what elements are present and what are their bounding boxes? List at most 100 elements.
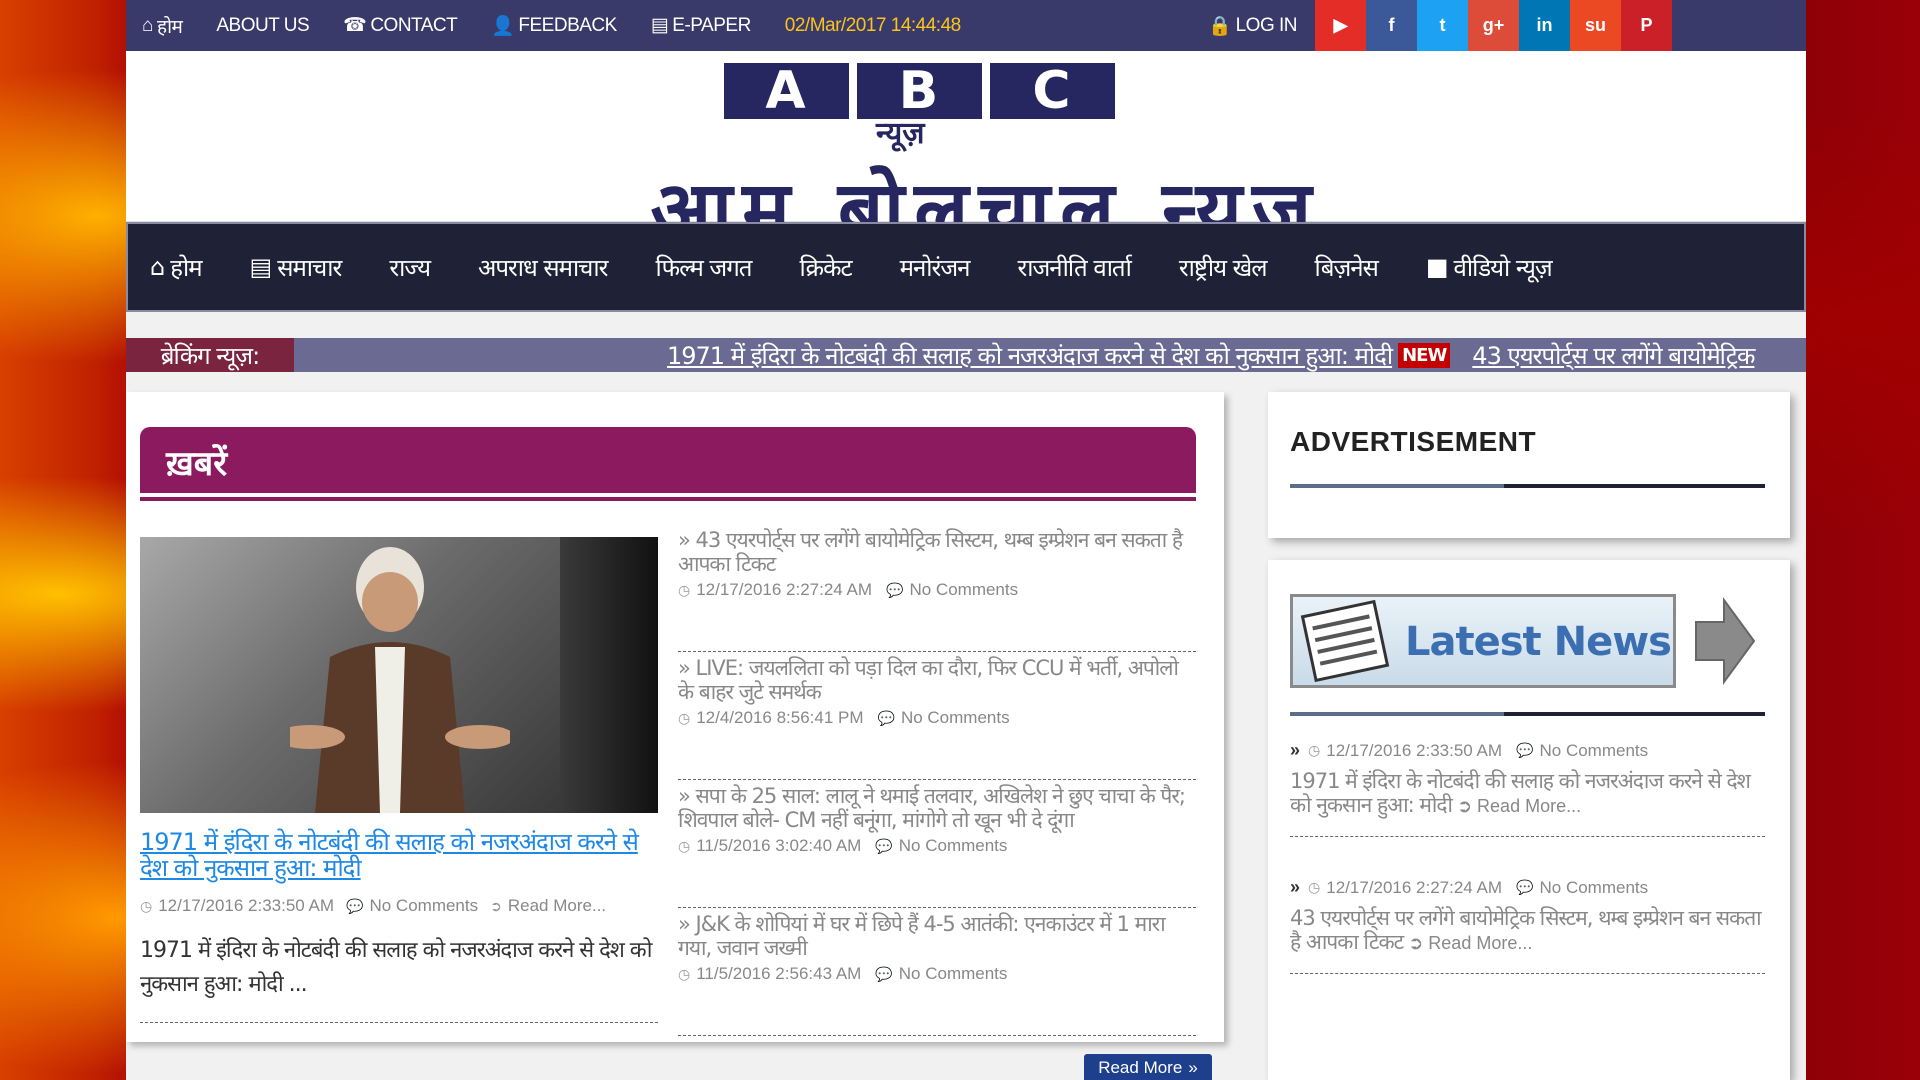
list-item: » ◷ 12/17/2016 2:27:24 AM 💬 No Comments 43 ए… — [1290, 877, 1765, 974]
nav-film[interactable]: फिल्म जगत — [655, 251, 752, 284]
youtube-icon[interactable]: ▶ — [1315, 0, 1366, 51]
list-item-title[interactable]: » J&K के शोपियां में घर में छिपे हैं 4-5… — [678, 912, 1196, 960]
contact-link[interactable]: ☎ CONTACT — [343, 14, 458, 37]
hero-summary: 1971 में इंदिरा के नोटबंदी की सलाह को नज… — [140, 938, 652, 997]
nav-business[interactable]: बिज़नेस — [1315, 251, 1379, 284]
read-more-link[interactable]: ➲ Read More... — [1452, 796, 1581, 816]
nav-apradh[interactable]: अपराध समाचार — [478, 251, 608, 284]
login-link[interactable]: 🔒 LOG IN — [1208, 14, 1297, 38]
list-item-meta: ◷ 11/5/2016 3:02:40 AM 💬 No Comments — [678, 836, 1008, 855]
clock-icon: ◷ — [140, 897, 153, 914]
list-item-title[interactable]: » 43 एयरपोर्ट्स पर लगेंगे बायोमेट्रिक सि… — [678, 528, 1196, 576]
top-home-link[interactable]: ⌂ होम — [142, 13, 183, 39]
hero-image[interactable] — [140, 537, 658, 813]
user-icon: 👤 — [491, 15, 515, 37]
breaking-news-label: ब्रेकिंग न्यूज़: — [126, 338, 294, 372]
breaking-news-bar: ब्रेकिंग न्यूज़: 1971 में इंदिरा के नोटब… — [126, 338, 1806, 372]
breaking-news-ticker: 1971 में इंदिरा के नोटबंदी की सलाह को नज… — [667, 338, 1755, 372]
top-bar: ⌂ होम ABOUT US ☎ CONTACT 👤 FEEDBACK ▤ E-PAPE… — [126, 0, 1806, 51]
comments-icon: 💬 — [877, 709, 895, 726]
nav-video[interactable]: ■ वीडियो न्यूज़ — [1425, 251, 1553, 284]
clock-icon: ◷ — [1308, 879, 1321, 895]
read-more-button[interactable]: Read More » — [1084, 1054, 1212, 1080]
double-chevron-right-icon: » — [1188, 1058, 1198, 1077]
newspaper-icon: ▤ — [650, 15, 669, 36]
list-item-meta: ◷ 12/17/2016 2:27:24 AM 💬 No Comments — [678, 580, 1019, 599]
twitter-icon[interactable]: t — [1417, 0, 1468, 51]
list-item-meta: ◷ 12/4/2016 8:56:41 PM 💬 No Comments — [678, 708, 1010, 727]
comments-icon: 💬 — [1516, 879, 1534, 895]
comments-icon: 💬 — [875, 837, 893, 854]
pinterest-icon[interactable]: P — [1621, 0, 1672, 51]
list-item-meta: » ◷ 12/17/2016 2:33:50 AM 💬 No Comments — [1290, 740, 1649, 760]
phone-icon: ☎ — [343, 15, 367, 36]
masthead-logo[interactable]: A B C न्यूज़ आम बोलचाल न्यूज़ — [126, 51, 1806, 251]
new-badge: NEW — [1398, 342, 1451, 368]
nav-rajneeti[interactable]: राजनीति वार्ता — [1017, 251, 1131, 284]
divider — [140, 1022, 658, 1023]
list-item-title[interactable]: » सपा के 25 साल: लालू ने थमाई तलवार, अखि… — [678, 784, 1196, 832]
facebook-icon[interactable]: f — [1366, 0, 1417, 51]
list-item: » सपा के 25 साल: लालू ने थमाई तलवार, अखि… — [678, 780, 1196, 908]
latest-news-box: Latest News » ◷ 12/17/2016 2:33:50 AM 💬 No C… — [1268, 560, 1790, 1080]
list-item-title[interactable]: 43 एयरपोर्ट्स पर लगेंगे बायोमेट्रिक सिस्… — [1290, 906, 1765, 955]
clock-icon: ◷ — [1308, 742, 1321, 758]
feedback-link[interactable]: 👤 FEEDBACK — [491, 14, 617, 38]
newspaper-icon: ▤ — [249, 253, 273, 281]
news-list: » 43 एयरपोर्ट्स पर लगेंगे बायोमेट्रिक सि… — [678, 524, 1196, 1036]
breaking-news-item[interactable]: 43 एयरपोर्ट्स पर लगेंगे बायोमेट्रिक — [1472, 339, 1755, 372]
list-item-title[interactable]: » LIVE: जयललिता को पड़ा दिल का दौरा, फिर… — [678, 656, 1196, 704]
double-chevron-icon: » — [1290, 877, 1301, 897]
read-more-link[interactable]: ➲ Read More... — [1403, 933, 1532, 953]
comments-icon: 💬 — [886, 581, 904, 598]
latest-news-list: » ◷ 12/17/2016 2:33:50 AM 💬 No Comments 1971… — [1290, 740, 1765, 1014]
hero-headline[interactable]: 1971 में इंदिरा के नोटबंदी की सलाह को नज… — [140, 829, 658, 881]
epaper-link[interactable]: ▤ E-PAPER — [651, 14, 751, 37]
page: ⌂ होम ABOUT US ☎ CONTACT 👤 FEEDBACK ▤ E-PAPE… — [126, 0, 1806, 1080]
newspaper-icon — [1300, 599, 1390, 683]
section-title: ख़बरें — [166, 444, 228, 484]
clock-icon: ◷ — [678, 581, 691, 598]
comments-icon: 💬 — [875, 965, 893, 982]
social-links: ▶ f t g+ in su P — [1315, 0, 1672, 51]
linkedin-icon[interactable]: in — [1519, 0, 1570, 51]
divider — [1290, 484, 1765, 488]
hero-read-more[interactable]: Read More... — [508, 896, 606, 916]
hero-meta: ◷ 12/17/2016 2:33:50 AM 💬 No Comments ➲ … — [140, 896, 607, 916]
about-us-link[interactable]: ABOUT US — [216, 15, 309, 37]
comments-icon: 💬 — [1516, 742, 1534, 758]
nav-cricket[interactable]: क्रिकेट — [799, 251, 852, 284]
nav-samachar[interactable]: ▤ समाचार — [249, 251, 343, 284]
main-nav: ⌂ होम ▤ समाचार राज्य अपराध समाचार फिल्म जग… — [126, 222, 1806, 312]
advertisement-box: ADVERTISEMENT — [1268, 392, 1790, 538]
advertisement-title: ADVERTISEMENT — [1290, 426, 1537, 457]
nav-khel[interactable]: राष्ट्रीय खेल — [1179, 251, 1268, 284]
stumbleupon-icon[interactable]: su — [1570, 0, 1621, 51]
lock-icon: 🔒 — [1208, 15, 1232, 37]
list-item: » J&K के शोपियां में घर में छिपे हैं 4-5… — [678, 908, 1196, 1036]
clock-icon: ◷ — [678, 709, 691, 726]
clock-icon: ◷ — [678, 965, 691, 982]
nav-manoranjan[interactable]: मनोरंजन — [900, 251, 971, 284]
arrow-right-icon — [1695, 596, 1756, 686]
list-item-title[interactable]: 1971 में इंदिरा के नोटबंदी की सलाह को नज… — [1290, 769, 1765, 818]
list-item: » ◷ 12/17/2016 2:33:50 AM 💬 No Comments 1971… — [1290, 740, 1765, 837]
logo-news-text: न्यूज़ — [876, 116, 925, 151]
divider — [1290, 712, 1765, 716]
photo-background-figure — [560, 537, 658, 813]
arrow-circle-icon: ➲ — [490, 897, 502, 914]
clock-icon: ◷ — [678, 837, 691, 854]
current-datetime: 02/Mar/2017 14:44:48 — [784, 14, 961, 36]
google-plus-icon[interactable]: g+ — [1468, 0, 1519, 51]
comments-icon: 💬 — [346, 897, 364, 914]
list-item-meta: » ◷ 12/17/2016 2:27:24 AM 💬 No Comments — [1290, 877, 1649, 897]
latest-news-banner[interactable]: Latest News — [1290, 594, 1676, 688]
section-header: ख़बरें — [140, 427, 1196, 497]
list-item-meta: ◷ 11/5/2016 2:56:43 AM 💬 No Comments — [678, 964, 1008, 983]
breaking-news-item[interactable]: 1971 में इंदिरा के नोटबंदी की सलाह को नज… — [667, 339, 1393, 372]
nav-home[interactable]: ⌂ होम — [150, 251, 203, 284]
video-camera-icon: ■ — [1425, 253, 1449, 281]
list-item: » 43 एयरपोर्ट्स पर लगेंगे बायोमेट्रिक सि… — [678, 524, 1196, 652]
news-section: ख़बरें 1971 में इंदिरा के नोटबंदी की सला… — [126, 392, 1224, 1042]
nav-rajya[interactable]: राज्य — [389, 251, 431, 284]
